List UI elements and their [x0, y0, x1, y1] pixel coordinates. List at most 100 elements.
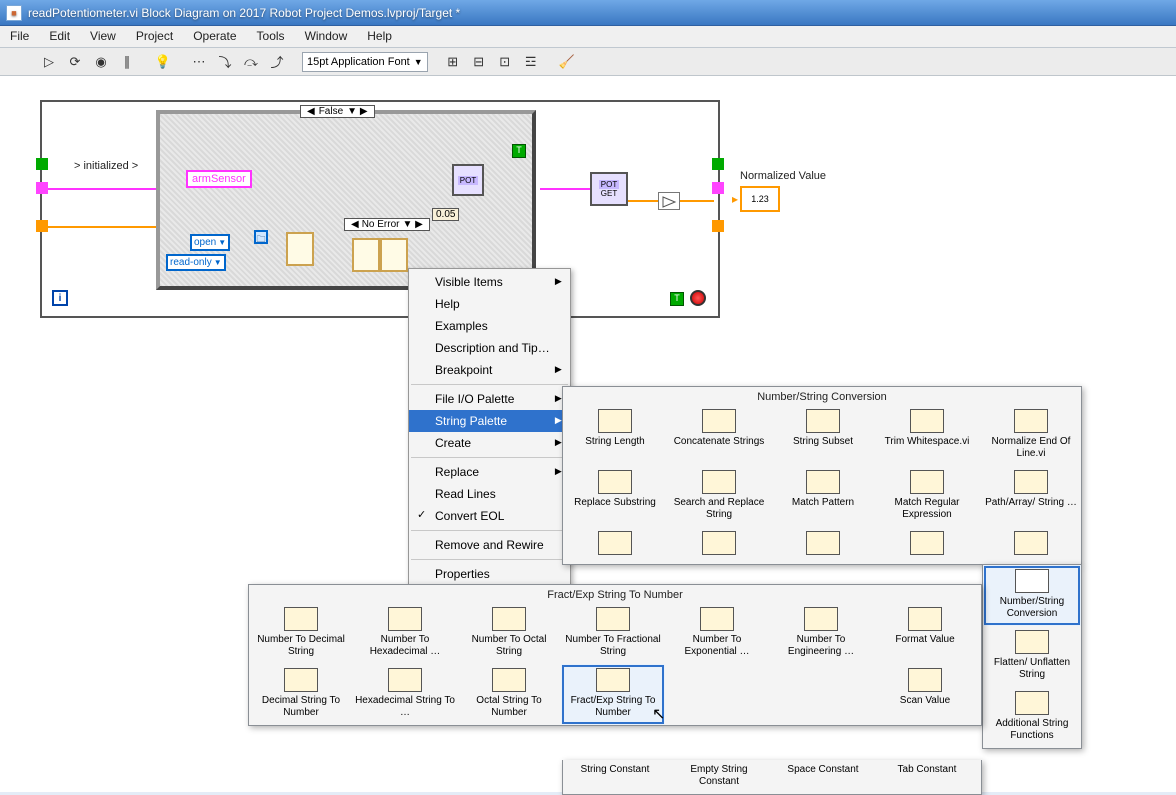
menu-file[interactable]: File — [0, 26, 39, 47]
pal-icon[interactable] — [771, 527, 875, 564]
pal-string-constant[interactable]: String Constant — [563, 760, 667, 794]
file-close-vi[interactable] — [380, 238, 408, 272]
menu-window[interactable]: Window — [295, 26, 358, 47]
pot-open-vi[interactable]: POT — [452, 164, 484, 196]
pal-format-value[interactable]: Format Value — [873, 603, 977, 664]
pot-get-vi[interactable]: POT GET — [590, 172, 628, 206]
highlight-button[interactable]: 💡 — [152, 51, 174, 73]
pal-num-to-decimal[interactable]: Number To Decimal String — [249, 603, 353, 664]
run-button[interactable]: ▷ — [38, 51, 60, 73]
pal-icon[interactable] — [875, 527, 979, 564]
wire — [680, 200, 714, 202]
ctx-examples[interactable]: Examples — [409, 315, 570, 337]
ctx-create[interactable]: Create▶ — [409, 432, 570, 454]
pal-num-to-engineering[interactable]: Number To Engineering … — [769, 603, 873, 664]
block-diagram-canvas[interactable]: > initialized > i T ◀ False ▼ ▶ T armSen… — [0, 76, 1176, 792]
ctx-read-lines[interactable]: Read Lines — [409, 483, 570, 505]
ctx-breakpoint[interactable]: Breakpoint▶ — [409, 359, 570, 381]
string-palette-side[interactable]: Number/String Conversion Flatten/ Unflat… — [982, 564, 1082, 749]
path-constant-icon[interactable]: 🗀 — [254, 230, 268, 244]
step-into-button[interactable]: ⤵ — [214, 51, 236, 73]
ctx-remove-rewire[interactable]: Remove and Rewire — [409, 534, 570, 556]
step-over-button[interactable]: ⤼ — [240, 51, 262, 73]
arm-sensor-label[interactable]: armSensor — [186, 170, 252, 188]
initialized-label: > initialized > — [74, 160, 138, 172]
ctx-visible-items[interactable]: Visible Items▶ — [409, 271, 570, 293]
wire — [48, 188, 156, 190]
case-selector[interactable]: ◀ False ▼ ▶ — [300, 105, 375, 118]
pal-number-string-conv[interactable]: Number/String Conversion — [983, 565, 1081, 626]
menu-view[interactable]: View — [80, 26, 126, 47]
get-tag: GET — [601, 189, 617, 198]
while-loop[interactable]: > initialized > i T ◀ False ▼ ▶ T armSen… — [40, 100, 720, 318]
font-selector[interactable]: 15pt Application Font ▼ — [302, 52, 428, 72]
pal-num-to-octal[interactable]: Number To Octal String — [457, 603, 561, 664]
pal-match-regex[interactable]: Match Regular Expression — [875, 466, 979, 527]
string-palette-bottom[interactable]: String Constant Empty String Constant Sp… — [562, 760, 982, 795]
pal-decimal-to-num[interactable]: Decimal String To Number — [249, 664, 353, 725]
menu-project[interactable]: Project — [126, 26, 183, 47]
open-ring[interactable]: open▼ — [190, 234, 230, 251]
pal-num-to-fractional[interactable]: Number To Fractional String — [561, 603, 665, 664]
pal-empty-string-constant[interactable]: Empty String Constant — [667, 760, 771, 794]
reorder-button[interactable]: ☲ — [520, 51, 542, 73]
abort-button[interactable]: ◉ — [90, 51, 112, 73]
cleanup-button[interactable]: 🧹 — [556, 51, 578, 73]
pal-search-replace[interactable]: Search and Replace String — [667, 466, 771, 527]
no-error-case[interactable]: ◀ No Error ▼ ▶ — [344, 218, 430, 231]
string-palette[interactable]: Number/String Conversion String Length C… — [562, 386, 1082, 565]
pal-path-array-string[interactable]: Path/Array/ String … — [979, 466, 1083, 527]
ctx-desc-tip[interactable]: Description and Tip… — [409, 337, 570, 359]
palette-title: Number/String Conversion — [563, 387, 1081, 405]
numeric-constant[interactable]: 0.05 — [432, 208, 459, 221]
menu-edit[interactable]: Edit — [39, 26, 80, 47]
pal-hex-to-num[interactable]: Hexadecimal String To … — [353, 664, 457, 725]
context-menu[interactable]: Visible Items▶ Help Examples Description… — [408, 268, 571, 588]
pal-additional-string-fn[interactable]: Additional String Functions — [983, 687, 1081, 748]
pal-match-pattern[interactable]: Match Pattern — [771, 466, 875, 527]
tunnel — [712, 182, 724, 194]
pal-num-to-hex[interactable]: Number To Hexadecimal … — [353, 603, 457, 664]
pal-fract-exp-to-num[interactable]: Fract/Exp String To Number — [561, 664, 665, 725]
pal-space-constant[interactable]: Space Constant — [771, 760, 875, 794]
run-continuous-button[interactable]: ⟳ — [64, 51, 86, 73]
ctx-replace[interactable]: Replace▶ — [409, 461, 570, 483]
pal-concat-strings[interactable]: Concatenate Strings — [667, 405, 771, 466]
distribute-button[interactable]: ⊟ — [468, 51, 490, 73]
resize-button[interactable]: ⊡ — [494, 51, 516, 73]
menu-help[interactable]: Help — [357, 26, 402, 47]
pal-string-subset[interactable]: String Subset — [771, 405, 875, 466]
pal-icon[interactable] — [979, 527, 1083, 564]
pal-icon[interactable] — [563, 527, 667, 564]
menu-operate[interactable]: Operate — [183, 26, 246, 47]
greater-than-node[interactable] — [658, 192, 680, 210]
pal-num-to-exponential[interactable]: Number To Exponential … — [665, 603, 769, 664]
number-string-palette[interactable]: Fract/Exp String To Number Number To Dec… — [248, 584, 982, 726]
ctx-help[interactable]: Help — [409, 293, 570, 315]
menu-tools[interactable]: Tools — [247, 26, 295, 47]
pal-normalize-eol[interactable]: Normalize End Of Line.vi — [979, 405, 1083, 466]
pal-flatten-unflatten[interactable]: Flatten/ Unflatten String — [983, 626, 1081, 687]
align-button[interactable]: ⊞ — [442, 51, 464, 73]
ctx-convert-eol[interactable]: ✓Convert EOL — [409, 505, 570, 527]
ctx-fileio-palette[interactable]: File I/O Palette▶ — [409, 388, 570, 410]
pal-scan-value[interactable]: Scan Value — [873, 664, 977, 725]
case-structure[interactable]: ◀ False ▼ ▶ T armSensor POT 0.05 ◀ No Er… — [156, 110, 536, 290]
ctx-properties[interactable]: Properties — [409, 563, 570, 585]
pal-tab-constant[interactable]: Tab Constant — [875, 760, 979, 794]
pal-icon[interactable] — [667, 527, 771, 564]
ctx-string-palette[interactable]: String Palette▶ — [409, 410, 570, 432]
file-read-vi[interactable] — [352, 238, 380, 272]
pal-octal-to-num[interactable]: Octal String To Number — [457, 664, 561, 725]
step-out-button[interactable]: ⤴ — [266, 51, 288, 73]
pal-replace-substring[interactable]: Replace Substring — [563, 466, 667, 527]
indicator-value: 1.23 — [751, 194, 769, 204]
retain-wire-button[interactable]: ⋯ — [188, 51, 210, 73]
pal-trim-whitespace[interactable]: Trim Whitespace.vi — [875, 405, 979, 466]
pause-button[interactable]: ∥ — [116, 51, 138, 73]
file-open-vi[interactable] — [286, 232, 314, 266]
pal-string-length[interactable]: String Length — [563, 405, 667, 466]
read-only-ring[interactable]: read-only▼ — [166, 254, 226, 271]
stop-terminal[interactable] — [690, 290, 706, 306]
normalized-value-indicator[interactable]: 1.23 — [740, 186, 780, 212]
